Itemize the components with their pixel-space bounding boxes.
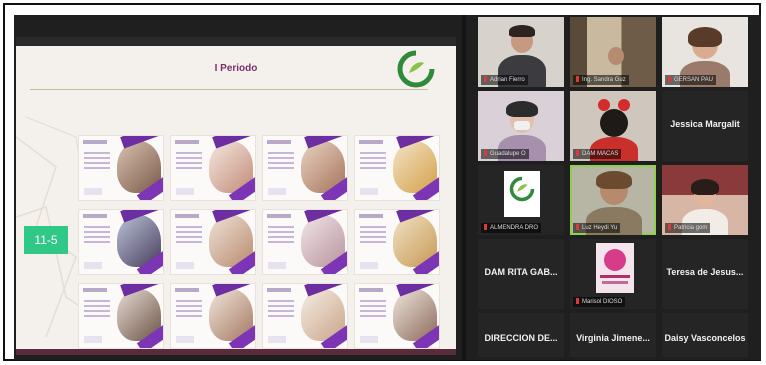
participant-name: Marisol DIOSO: [573, 297, 626, 307]
participant-display-name: Daisy Vasconcelos: [664, 333, 746, 343]
course-card: [354, 135, 440, 201]
participant-name: Ing. Sandra Guz: [573, 75, 629, 85]
participant-tile[interactable]: Guadalupe O: [478, 91, 564, 161]
participant-name: Patricia gom: [665, 223, 711, 233]
participant-tile[interactable]: DAM MACAS: [570, 91, 656, 161]
slide-bottom-bar: [16, 349, 456, 355]
participant-display-name: DAM RITA GAB...: [484, 267, 558, 277]
participant-display-name: Teresa de Jesus...: [666, 267, 744, 277]
participant-display-name: DIRECCION DE...: [484, 333, 558, 343]
card-grid: [78, 135, 444, 353]
participant-tile[interactable]: Ing. Sandra Guz: [570, 17, 656, 87]
participant-name: Adrian Fierro: [481, 75, 528, 85]
course-card: [170, 283, 256, 349]
slide-title: I Periodo: [214, 63, 258, 74]
course-card: [354, 209, 440, 275]
panel-divider[interactable]: [462, 15, 466, 360]
participant-tile-active-speaker[interactable]: Luz Heydi Yu: [570, 165, 656, 235]
participant-tile[interactable]: Virginia Jimene...: [570, 313, 656, 357]
school-logo-icon: [397, 50, 435, 88]
course-card: [262, 209, 348, 275]
course-card: [78, 283, 164, 349]
screenshot-frame: I Periodo 11-5 Adrian Fierro Ing. Sandra…: [3, 3, 761, 361]
participant-tile[interactable]: Patricia gom: [662, 165, 748, 235]
participant-display-name: Virginia Jimene...: [576, 333, 650, 343]
school-logo-icon: [509, 176, 535, 202]
participant-name: GERSAN PAU: [665, 75, 716, 85]
slide-top-bar: [16, 37, 456, 46]
course-card: [78, 135, 164, 201]
participant-name: Luz Heydi Yu: [573, 223, 621, 233]
participant-tile[interactable]: DIRECCION DE...: [478, 313, 564, 357]
participant-tile[interactable]: GERSAN PAU: [662, 17, 748, 87]
participant-tile[interactable]: Daisy Vasconcelos: [662, 313, 748, 357]
shared-slide: I Periodo 11-5: [16, 37, 456, 355]
course-card: [354, 283, 440, 349]
participant-display-name: Jessica Margalit: [670, 119, 740, 129]
grade-badge: 11-5: [24, 226, 68, 254]
participant-tile[interactable]: Marisol DIOSO: [570, 239, 656, 309]
course-card: [170, 209, 256, 275]
participant-tile[interactable]: ALMENDRA DRO: [478, 165, 564, 235]
course-card: [262, 135, 348, 201]
participant-tile[interactable]: Jessica Margalit: [662, 91, 748, 161]
slide-divider: [30, 89, 428, 90]
participant-tile[interactable]: DAM RITA GAB...: [478, 239, 564, 309]
course-card: [170, 135, 256, 201]
participant-tile[interactable]: Teresa de Jesus...: [662, 239, 748, 309]
participant-name: DAM MACAS: [573, 149, 622, 159]
course-card: [262, 283, 348, 349]
course-card: [78, 209, 164, 275]
participant-tile[interactable]: Adrian Fierro: [478, 17, 564, 87]
participant-name: ALMENDRA DRO: [481, 223, 542, 233]
video-call-window: I Periodo 11-5 Adrian Fierro Ing. Sandra…: [14, 15, 761, 360]
participant-name: Guadalupe O: [481, 149, 529, 159]
